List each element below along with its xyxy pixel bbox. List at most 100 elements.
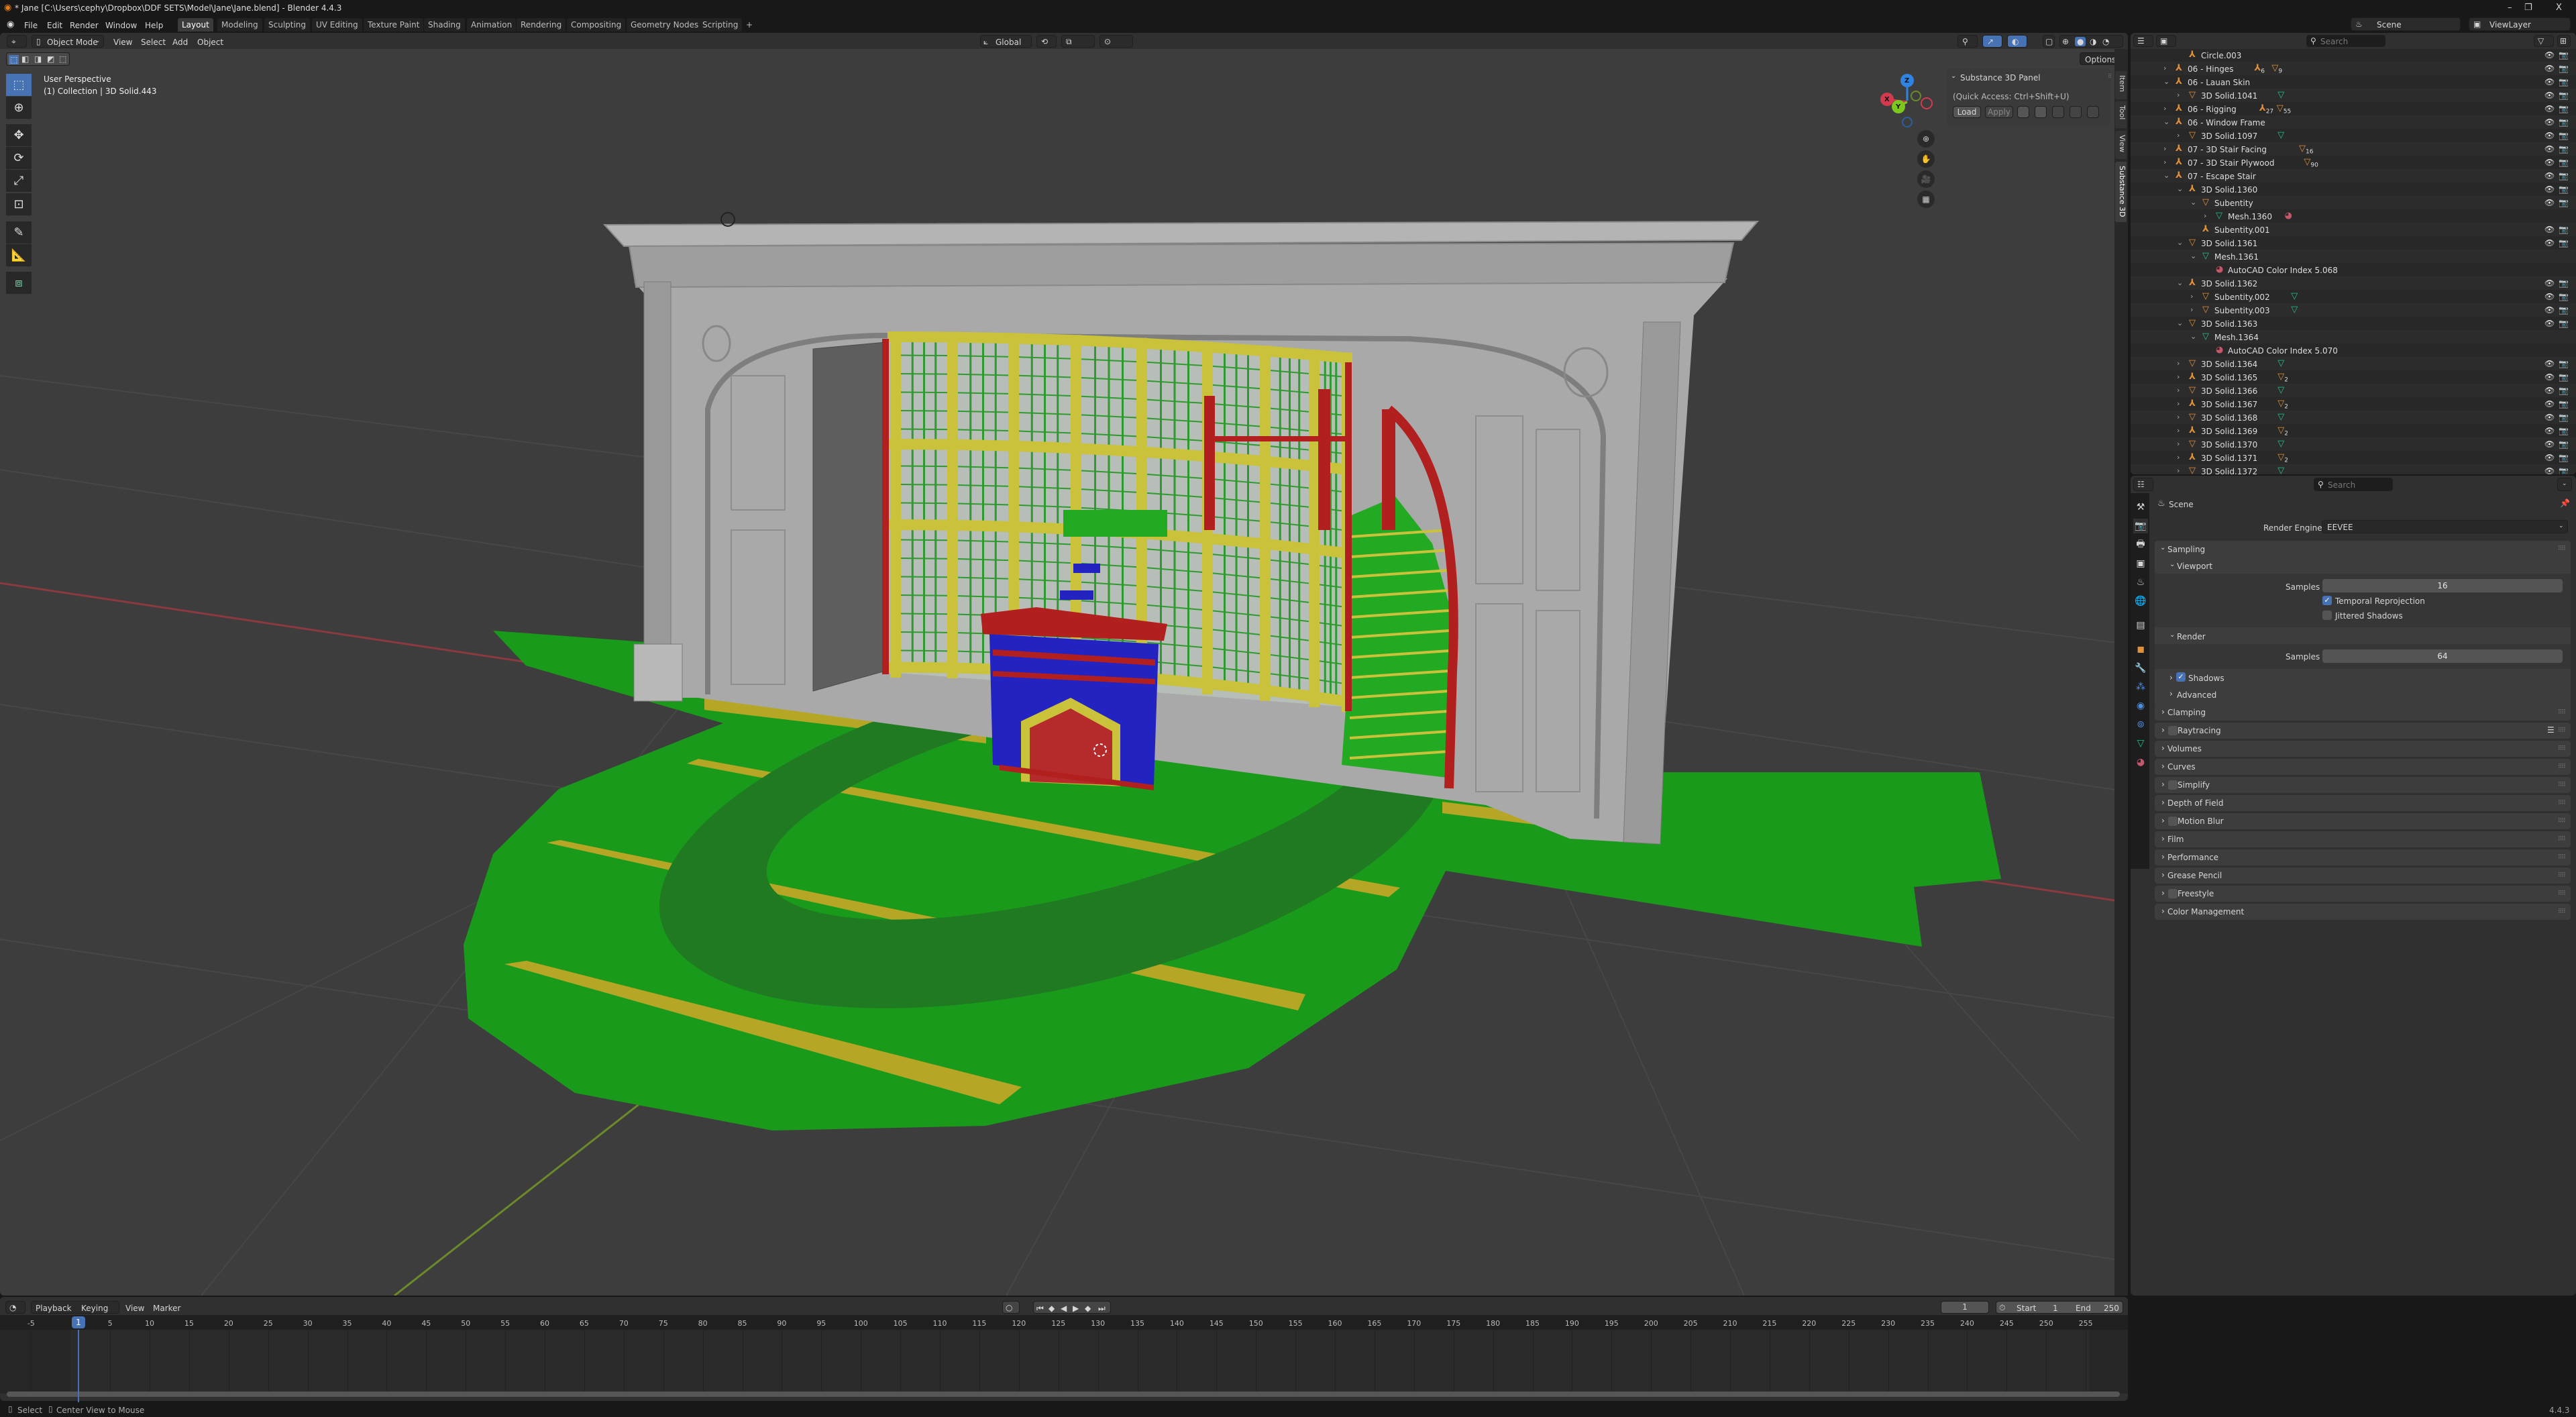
camera-view-button[interactable]: 🎥 [1917, 170, 1935, 188]
chevron-right-icon[interactable]: › [2177, 453, 2180, 462]
eye-icon[interactable]: 👁 [2544, 319, 2555, 328]
empty-icon[interactable]: ⅄27 [2259, 103, 2273, 115]
auto-keying-toggle[interactable]: ○ [1002, 1301, 1020, 1314]
tab-object[interactable]: ◼ [2133, 642, 2148, 657]
apply-button[interactable]: Apply [1985, 106, 2013, 118]
perspective-toggle-button[interactable]: ▦ [1917, 191, 1935, 208]
drag-handle-icon[interactable]: ⠿⠿ [2558, 908, 2566, 915]
tab-shading[interactable]: Shading [424, 18, 465, 32]
drag-handle-icon[interactable]: ⠿⠿ [2558, 727, 2566, 734]
drag-handle-icon[interactable]: ⠿⠿ [2558, 545, 2566, 552]
eye-icon[interactable]: 👁 [2544, 91, 2555, 100]
tab-render[interactable]: 📷 [2133, 519, 2148, 533]
filter-view-button[interactable]: ▣ [2156, 35, 2176, 47]
camera-icon[interactable]: 📷 [2559, 372, 2569, 382]
chevron-right-icon[interactable]: › [2190, 305, 2193, 314]
sidebar-tab-substance-3d[interactable]: Substance 3D [2115, 162, 2127, 222]
tab-texture-paint[interactable]: Texture Paint [364, 18, 424, 32]
material-shading-icon[interactable]: ◑ [2090, 38, 2096, 46]
chevron-down-icon[interactable]: ⌄ [2163, 117, 2169, 126]
chevron-down-icon[interactable]: ⌄ [2177, 278, 2183, 287]
select-new-icon[interactable]: ⬚ [9, 55, 19, 64]
next-keyframe-icon[interactable]: ◆ [1085, 1304, 1091, 1312]
viewport-subpanel-title[interactable]: Viewport [2177, 562, 2212, 570]
tab-geometry-nodes[interactable]: Geometry Nodes [627, 18, 703, 32]
select-invert-icon[interactable]: ◩ [47, 55, 54, 63]
start-field[interactable]: 1 [2053, 1304, 2058, 1312]
chevron-down-icon[interactable]: ⌄ [2177, 238, 2183, 247]
tab-scene[interactable]: ♨ [2133, 575, 2148, 590]
eye-icon[interactable]: 👁 [2544, 372, 2555, 382]
chevron-right-icon[interactable]: › [2169, 674, 2173, 682]
tab-world[interactable]: 🌐 [2133, 594, 2148, 609]
tab-view-layer[interactable]: ▣ [2133, 556, 2148, 571]
menu-select[interactable]: Select [141, 38, 166, 47]
chevron-right-icon[interactable]: › [2177, 91, 2180, 99]
object-icon[interactable]: ▽9 [2271, 63, 2282, 75]
outliner-row[interactable]: ◕ AutoCAD Color Index 5.070 [2131, 344, 2576, 357]
menu-help[interactable]: Help [145, 21, 163, 30]
panel-performance[interactable]: › Performance ⠿⠿ [2155, 849, 2571, 865]
outliner-row[interactable]: ⌄ ⅄ 3D Solid.1360 👁 📷 [2131, 182, 2576, 196]
panel-enable-checkbox[interactable] [2168, 780, 2178, 790]
camera-icon[interactable]: 📷 [2559, 386, 2569, 395]
presets-icon[interactable]: ☰ [2547, 726, 2555, 734]
solid-shading-icon[interactable]: ● [2075, 37, 2086, 46]
camera-icon[interactable]: 📷 [2559, 466, 2569, 474]
eye-icon[interactable]: 👁 [2544, 426, 2555, 435]
temporal-reprojection-checkbox[interactable]: ✓ [2322, 596, 2332, 605]
chevron-down-icon[interactable]: ⌄ [2190, 252, 2196, 260]
viewport-samples-field[interactable]: 16 [2322, 579, 2563, 592]
tab-modifiers[interactable]: 🔧 [2133, 661, 2148, 676]
snapping-button[interactable]: ⧉ [1061, 35, 1095, 48]
play-icon[interactable]: ▶ [1073, 1304, 1079, 1312]
material-icon[interactable] [2035, 106, 2047, 118]
camera-icon[interactable]: 📷 [2559, 185, 2569, 194]
menu-view[interactable]: View [113, 38, 132, 47]
advanced-title[interactable]: Advanced [2177, 691, 2216, 699]
eye-icon[interactable]: 👁 [2544, 466, 2555, 474]
selection-mode-buttons[interactable]: ⬚ ◧ ◨ ◩ ⬚ [6, 52, 70, 66]
keying-menu[interactable]: Keying [81, 1304, 108, 1312]
xray-toggle[interactable]: ▢ [2043, 35, 2055, 48]
eye-icon[interactable]: 👁 [2544, 144, 2555, 154]
editor-type-button[interactable]: ◔ [5, 1301, 25, 1314]
scale-tool[interactable]: ⤢ [6, 170, 32, 193]
outliner-row[interactable]: ⅄ Subentity.001 👁 📷 [2131, 223, 2576, 236]
tab-material[interactable]: ◕ [2133, 755, 2148, 770]
eye-icon[interactable]: 👁 [2544, 305, 2555, 315]
chevron-down-icon[interactable]: ⌄ [2190, 332, 2196, 341]
properties-search-input[interactable]: ⚲ Search [2314, 478, 2393, 491]
outliner-row[interactable]: ◕ AutoCAD Color Index 5.068 [2131, 263, 2576, 276]
proportional-editing-button[interactable]: ⊙ [1099, 35, 1133, 48]
shading-modes[interactable]: ⊕ ● ◑ ◔ [2059, 35, 2123, 48]
eye-icon[interactable]: 👁 [2544, 131, 2555, 140]
options-dropdown[interactable]: ⌄ [2557, 478, 2572, 491]
chevron-down-icon[interactable]: ⌄ [2160, 545, 2165, 552]
tab-animation[interactable]: Animation [467, 18, 517, 32]
panel-raytracing[interactable]: › Raytracing ☰ ⠿⠿ [2155, 723, 2571, 739]
chevron-right-icon[interactable]: › [2177, 359, 2180, 368]
transform-tool[interactable]: ⊡ [6, 193, 32, 216]
object-icon[interactable]: ▽2 [2277, 452, 2288, 464]
blender-menu-icon[interactable]: ◉ [7, 20, 14, 29]
camera-icon[interactable]: 📷 [2559, 50, 2569, 60]
chevron-down-icon[interactable]: ⌄ [1951, 73, 1956, 80]
select-intersect-icon[interactable]: ⬚ [59, 55, 66, 63]
eye-icon[interactable]: 👁 [2544, 77, 2555, 87]
empty-icon[interactable]: ⅄6 [2254, 63, 2265, 75]
panel-depth-of-field[interactable]: › Depth of Field ⠿⠿ [2155, 795, 2571, 811]
camera-icon[interactable]: 📷 [2559, 359, 2569, 368]
outliner-row[interactable]: › ⅄ 06 - Rigging ⅄27 ▽55 👁 📷 [2131, 102, 2576, 115]
outliner-row[interactable]: › ▽ 3D Solid.1097 ▽ 👁 📷 [2131, 129, 2576, 142]
camera-icon[interactable]: 📷 [2559, 77, 2569, 87]
material-load-icon[interactable] [2017, 106, 2029, 118]
mesh-icon[interactable]: ▽ [2277, 412, 2284, 422]
outliner-row[interactable]: › ⅄ 06 - Hinges ⅄6 ▽9 👁 📷 [2131, 62, 2576, 75]
playback-menu[interactable]: Playback [36, 1304, 72, 1312]
view-layer-selector[interactable]: ▣ ViewLayer [2469, 17, 2571, 31]
duplicate-icon[interactable] [2052, 106, 2064, 118]
chevron-right-icon[interactable]: › [2177, 372, 2180, 381]
camera-icon[interactable]: 📷 [2559, 64, 2569, 73]
camera-icon[interactable]: 📷 [2559, 292, 2569, 301]
